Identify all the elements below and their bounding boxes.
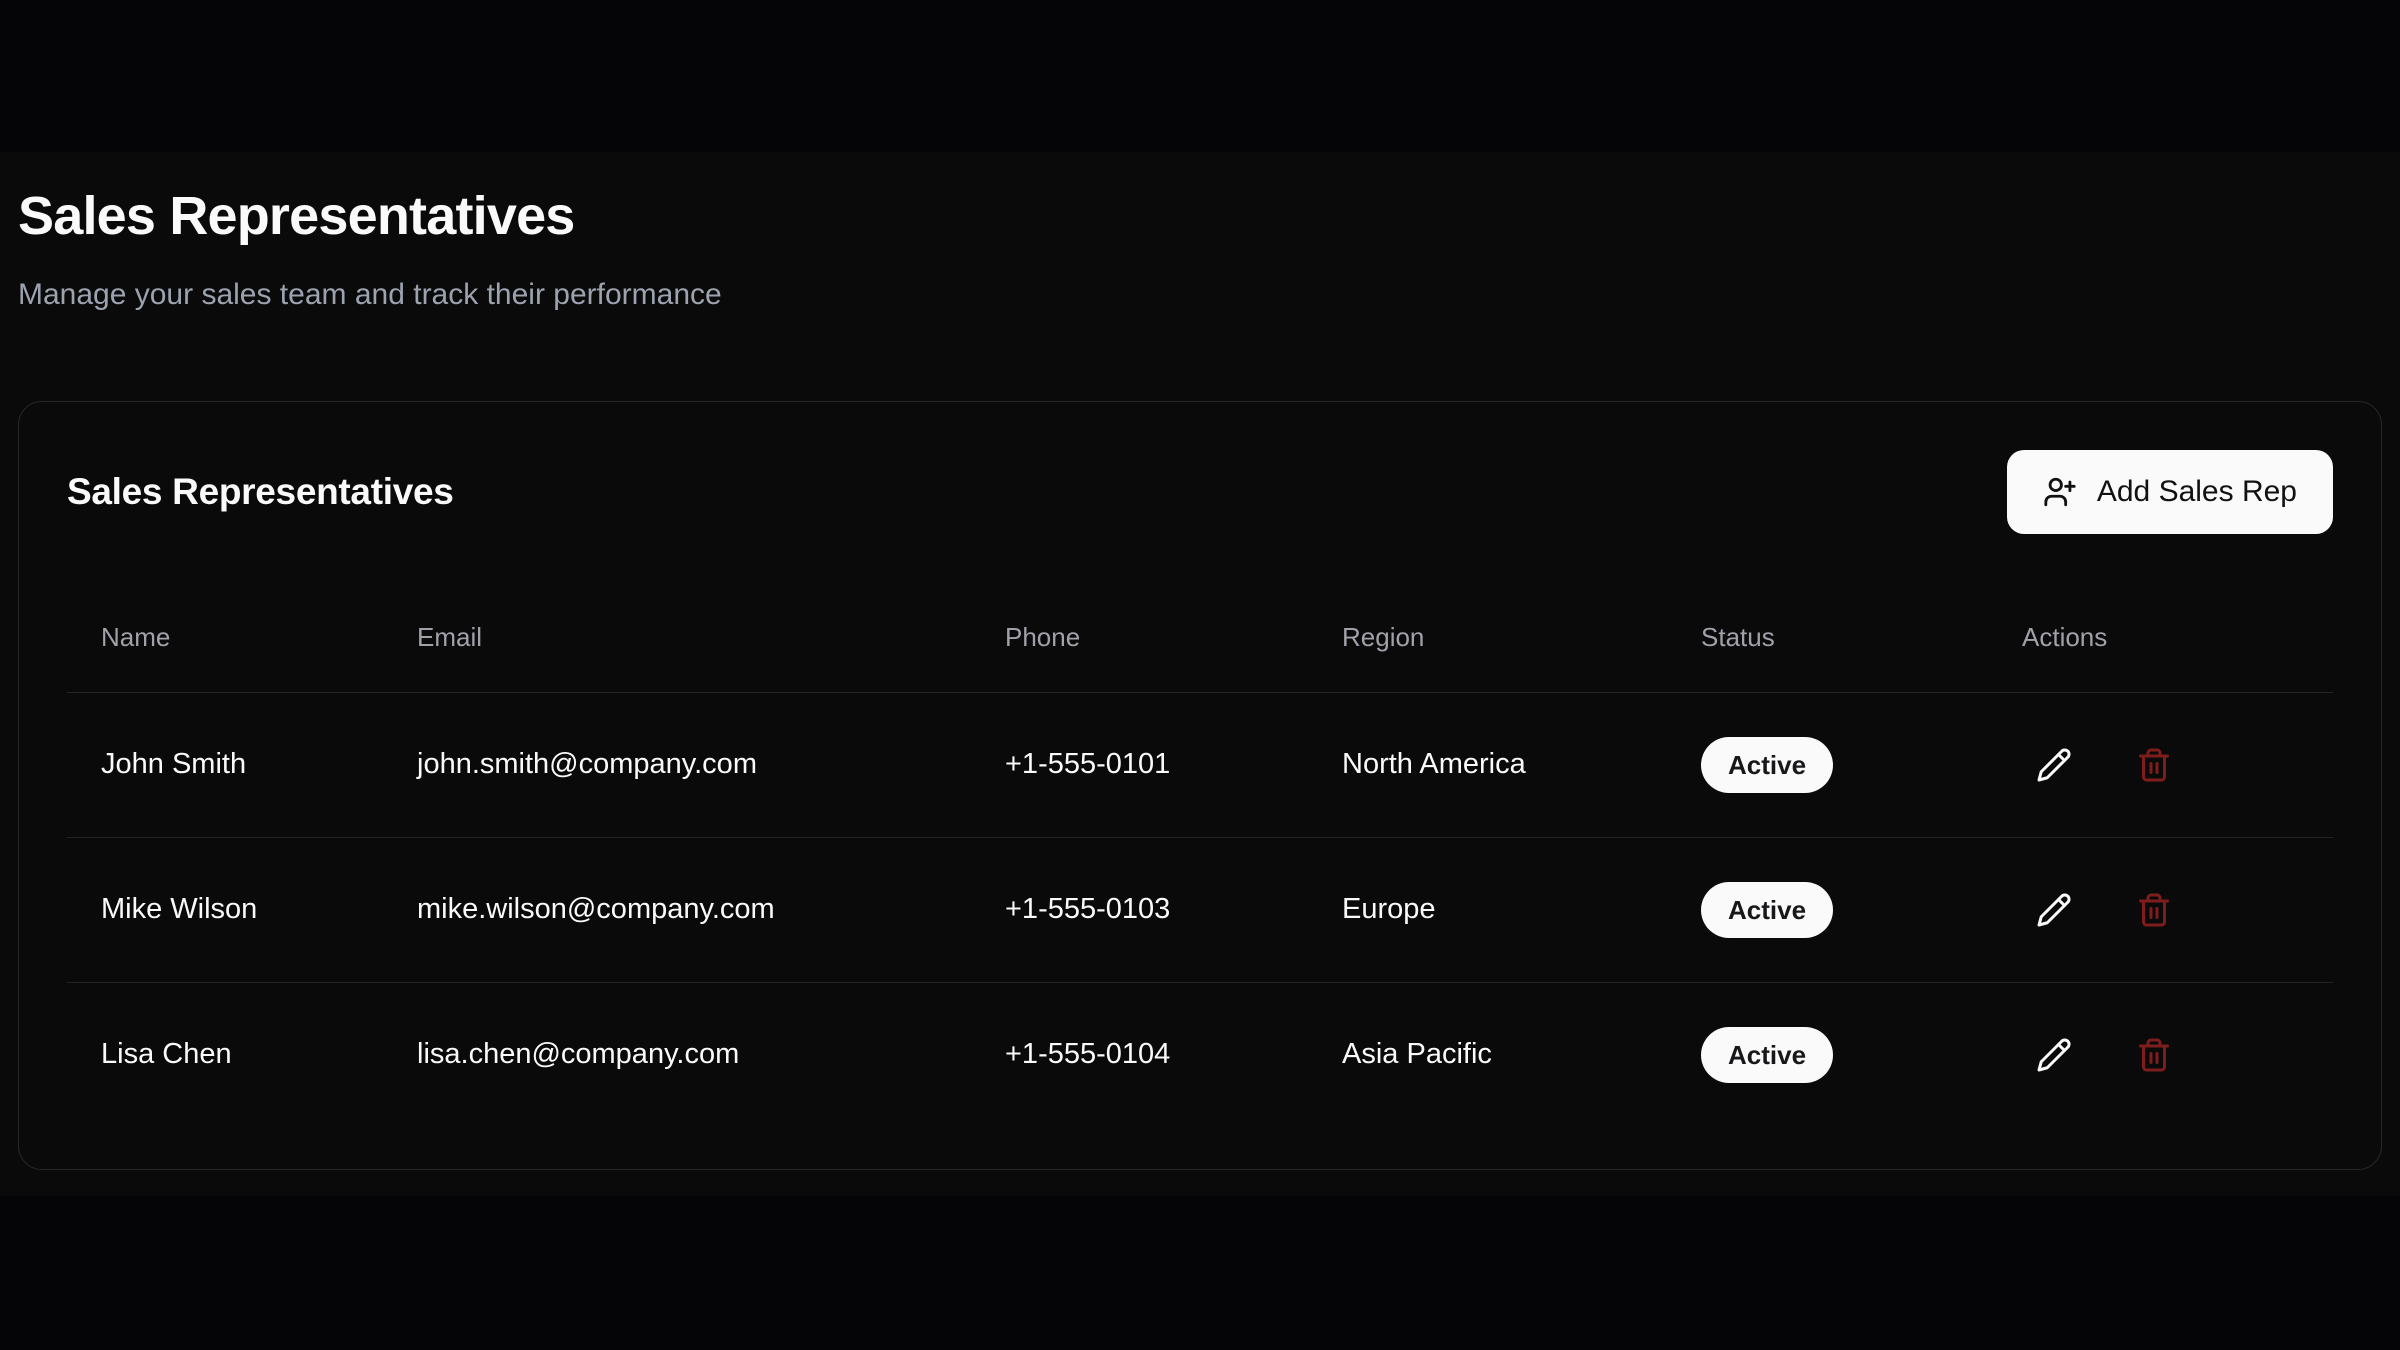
rep-name: Lisa Chen xyxy=(67,982,383,1127)
column-header-actions: Actions xyxy=(1988,570,2333,692)
rep-region: North America xyxy=(1308,692,1667,837)
sales-reps-card: Sales Representatives Add Sales Rep xyxy=(18,401,2382,1170)
rep-phone: +1-555-0101 xyxy=(971,692,1308,837)
edit-button[interactable] xyxy=(2022,1023,2086,1087)
rep-phone: +1-555-0104 xyxy=(971,982,1308,1127)
row-actions xyxy=(2022,878,2333,942)
add-sales-rep-button[interactable]: Add Sales Rep xyxy=(2007,450,2333,534)
edit-button[interactable] xyxy=(2022,878,2086,942)
column-header-email: Email xyxy=(383,570,971,692)
edit-button[interactable] xyxy=(2022,733,2086,797)
delete-button[interactable] xyxy=(2122,733,2186,797)
rep-region: Asia Pacific xyxy=(1308,982,1667,1127)
card-header: Sales Representatives Add Sales Rep xyxy=(67,450,2333,534)
rep-name: Mike Wilson xyxy=(67,837,383,982)
column-header-name: Name xyxy=(67,570,383,692)
status-badge: Active xyxy=(1701,737,1833,793)
card-title: Sales Representatives xyxy=(67,471,454,513)
sales-reps-table: Name Email Phone Region Status Actions J… xyxy=(67,570,2333,1127)
trash-icon xyxy=(2136,747,2172,783)
page-title: Sales Representatives xyxy=(18,184,2382,248)
column-header-phone: Phone xyxy=(971,570,1308,692)
row-actions xyxy=(2022,1023,2333,1087)
status-badge: Active xyxy=(1701,1027,1833,1083)
pencil-icon xyxy=(2036,1037,2072,1073)
pencil-icon xyxy=(2036,747,2072,783)
table-row: Lisa Chen lisa.chen@company.com +1-555-0… xyxy=(67,982,2333,1127)
pencil-icon xyxy=(2036,892,2072,928)
delete-button[interactable] xyxy=(2122,1023,2186,1087)
page-content: Sales Representatives Manage your sales … xyxy=(0,152,2400,1196)
rep-region: Europe xyxy=(1308,837,1667,982)
rep-email: john.smith@company.com xyxy=(383,692,971,837)
trash-icon xyxy=(2136,1037,2172,1073)
table-row: John Smith john.smith@company.com +1-555… xyxy=(67,692,2333,837)
rep-phone: +1-555-0103 xyxy=(971,837,1308,982)
user-plus-icon xyxy=(2043,475,2077,509)
row-actions xyxy=(2022,733,2333,797)
column-header-region: Region xyxy=(1308,570,1667,692)
status-badge: Active xyxy=(1701,882,1833,938)
delete-button[interactable] xyxy=(2122,878,2186,942)
rep-name: John Smith xyxy=(67,692,383,837)
column-header-status: Status xyxy=(1667,570,1988,692)
top-spacer-band xyxy=(0,0,2400,152)
rep-email: lisa.chen@company.com xyxy=(383,982,971,1127)
table-row: Mike Wilson mike.wilson@company.com +1-5… xyxy=(67,837,2333,982)
table-header-row: Name Email Phone Region Status Actions xyxy=(67,570,2333,692)
trash-icon xyxy=(2136,892,2172,928)
rep-email: mike.wilson@company.com xyxy=(383,837,971,982)
add-sales-rep-label: Add Sales Rep xyxy=(2097,475,2297,509)
page-subtitle: Manage your sales team and track their p… xyxy=(18,272,2382,317)
